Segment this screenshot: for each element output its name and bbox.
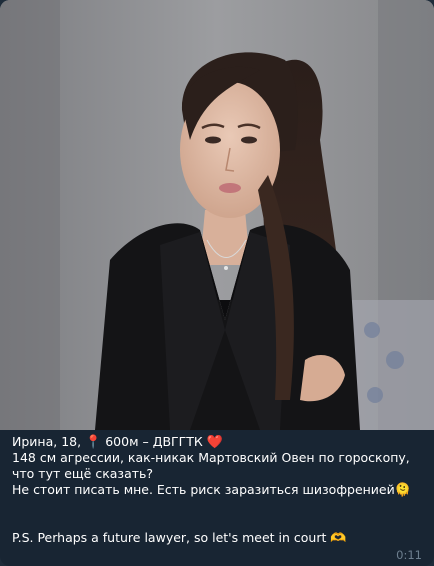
message-photo[interactable] [0, 0, 434, 430]
caption-ps-text: P.S. Perhaps a future lawyer, so let's m… [12, 530, 331, 545]
photo-image [0, 0, 434, 430]
heart-icon: ❤️ [206, 435, 223, 450]
caption-line-height: 148 см агрессии, как-никак Мартовский Ов… [12, 450, 414, 481]
message-caption: Ирина, 18, 📍 600м – ДВГГТК ❤️ 148 см агр… [12, 434, 422, 546]
message-time: 0:11 [396, 548, 422, 562]
message-bubble[interactable]: Ирина, 18, 📍 600м – ДВГГТК ❤️ 148 см агр… [0, 0, 434, 566]
melting-face-icon: 🫠 [394, 483, 411, 498]
heart-hands-icon: 🫶 [330, 531, 347, 546]
caption-name: Ирина, 18, [12, 434, 86, 449]
caption-line-ps: P.S. Perhaps a future lawyer, so let's m… [12, 530, 422, 546]
caption-line-warning: Не стоит писать мне. Есть риск заразитьс… [12, 482, 422, 498]
caption-line-intro: Ирина, 18, 📍 600м – ДВГГТК ❤️ [12, 434, 422, 450]
caption-place: 600м – ДВГГТК [101, 434, 207, 449]
pin-icon: 📍 [85, 435, 102, 450]
caption-warning-text: Не стоит писать мне. Есть риск заразитьс… [12, 482, 395, 497]
